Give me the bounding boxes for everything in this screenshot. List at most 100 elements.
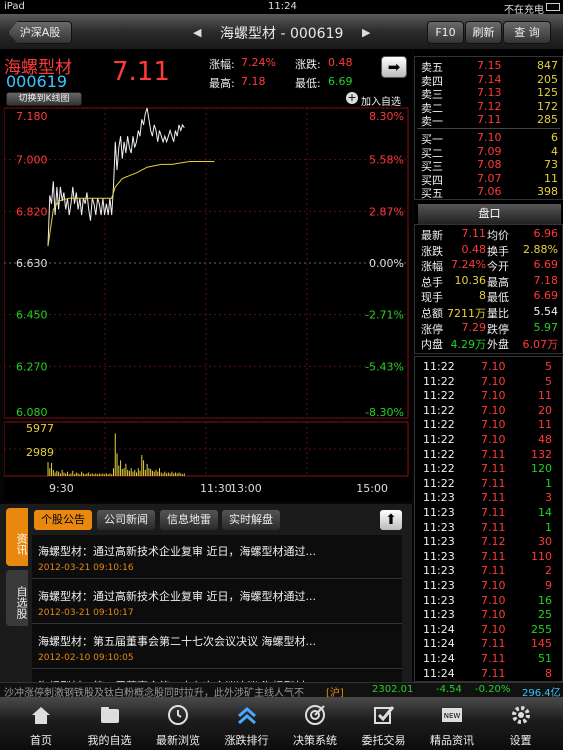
tick-price: 7.11	[481, 506, 506, 519]
stat-label: 涨幅	[421, 260, 443, 274]
tab-folder[interactable]: 我的自选	[77, 697, 143, 750]
tick-price: 7.10	[481, 389, 506, 403]
f10-button[interactable]: F10	[427, 21, 464, 44]
stat-value: 7.11	[461, 227, 487, 240]
side-tab-news[interactable]: 资讯	[6, 508, 28, 566]
tab-news[interactable]: NEW 精品资讯	[419, 697, 485, 750]
stat-row: 涨幅 7.24% 今开 6.69	[419, 258, 560, 273]
news-item[interactable]: 海螺型材：通过高新技术企业复审 近日，海螺型材通过... 2012-03-21 0…	[32, 535, 402, 579]
ticker-change: -4.54	[436, 684, 462, 695]
tab-clock[interactable]: 最新浏览	[145, 697, 211, 750]
tick-volume: 3	[545, 491, 552, 505]
tab-announcements[interactable]: 个股公告	[34, 510, 92, 530]
stat-value: 6.69	[533, 258, 559, 272]
tick-price: 7.10	[481, 579, 506, 592]
home-icon	[29, 703, 53, 727]
tick-volume: 9	[545, 579, 552, 592]
scroll-top-arrow-icon[interactable]: ⬆	[380, 510, 402, 530]
tab-label: 设置	[509, 734, 532, 747]
news-title: 海螺型材：通过高新技术企业复审 近日，海螺型材通过...	[38, 590, 316, 603]
news-date: 2012-03-21 09:10:16	[38, 563, 134, 573]
stat-row: 现手 8 最低 6.69	[419, 289, 560, 304]
tick-row: 11:22 7.10 20	[419, 404, 560, 417]
news-title: 海螺型材：通过高新技术企业复审 近日，海螺型材通过...	[38, 545, 316, 558]
tick-time: 11:23	[423, 491, 455, 505]
tab-label: 决策系统	[293, 734, 337, 747]
time-tick-label: 13:00	[230, 482, 262, 495]
prev-stock-icon[interactable]: ◀	[193, 26, 201, 39]
tick-time: 11:24	[423, 622, 455, 636]
tick-price: 7.11	[481, 462, 506, 476]
tick-row: 11:23 7.11 3	[419, 491, 560, 504]
tab-info-mines[interactable]: 信息地雷	[160, 510, 218, 530]
bid-row: 买五 7.06 398	[419, 185, 560, 200]
tick-volume: 20	[538, 403, 552, 417]
stat-value: 0.48	[461, 242, 487, 256]
ask-row: 卖三 7.13 125	[419, 86, 560, 101]
expand-arrow-icon[interactable]: ➡	[381, 56, 407, 78]
market-back-button[interactable]: 沪深A股	[8, 21, 72, 44]
high-value: 7.18	[241, 75, 266, 88]
ask-volume: 285	[537, 113, 558, 126]
tick-price: 7.10	[481, 374, 506, 388]
price-tick-label: 6.820	[16, 205, 48, 218]
tick-price: 7.11	[481, 476, 506, 490]
news-item[interactable]: 海螺型材：第五届董事会第二十七次会议决议 海螺型材... 2012-02-10 0…	[32, 625, 402, 669]
tick-row: 11:24 7.11 51	[419, 652, 560, 665]
gear-icon	[509, 703, 533, 727]
refresh-button[interactable]: 刷新	[465, 21, 502, 44]
ask-row: 卖一 7.11 285	[419, 113, 560, 128]
tick-volume: 145	[531, 637, 552, 651]
tick-price: 7.11	[481, 491, 506, 505]
tick-price: 7.11	[481, 520, 506, 534]
clock-icon	[166, 703, 190, 727]
side-tab-favorites[interactable]: 自选股	[6, 570, 28, 626]
tick-price: 7.10	[481, 608, 506, 622]
tab-gear[interactable]: 设置	[488, 697, 554, 750]
tick-time: 11:24	[423, 637, 455, 651]
tick-price: 7.11	[481, 666, 506, 680]
stat-value: 8	[479, 289, 486, 303]
tab-home[interactable]: 首页	[8, 697, 74, 750]
ask-price: 7.11	[477, 113, 502, 126]
tab-chevrons-up[interactable]: 涨跌排行	[214, 697, 280, 750]
bid-volume: 11	[544, 171, 558, 185]
stat-label: 总手	[421, 275, 443, 289]
news-item[interactable]: 海螺型材：第五届董事会第二十七次会议决议 海螺型材...	[32, 670, 402, 682]
pct-tick-label: -8.30%	[365, 406, 404, 419]
bid-label: 买五	[421, 187, 443, 200]
tick-row: 11:24 7.11 8	[419, 667, 560, 680]
navigation-bar: 沪深A股 ◀ 海螺型材 - 000619 ▶ F10 刷新 查 询	[0, 14, 563, 50]
stat-row: 总手 10.36 最高 7.18	[419, 274, 560, 289]
news-list[interactable]: 海螺型材：通过高新技术企业复审 近日，海螺型材通过... 2012-03-21 0…	[32, 535, 402, 682]
tick-volume: 14	[538, 506, 552, 519]
tab-checkbox[interactable]: 委托交易	[351, 697, 417, 750]
tab-live-analysis[interactable]: 实时解盘	[222, 510, 280, 530]
intraday-chart: 7.180 8.30% 7.000 5.58% 6.820 2.87% 6.630 0.00%…	[3, 106, 412, 501]
tick-time: 11:22	[423, 462, 455, 476]
tick-time: 11:24	[423, 652, 455, 665]
pct-tick-label: 8.30%	[369, 110, 404, 123]
stat-value: 6.07万	[522, 338, 559, 352]
tick-time: 11:22	[423, 403, 455, 417]
price-tick-label: 6.450	[16, 309, 48, 322]
tab-company-news[interactable]: 公司新闻	[97, 510, 155, 530]
checkbox-icon	[372, 703, 396, 727]
target-icon	[303, 703, 327, 727]
bid-volume: 73	[544, 158, 558, 171]
next-stock-icon[interactable]: ▶	[362, 26, 370, 39]
plus-circle-icon[interactable]: +	[346, 92, 358, 104]
tab-target[interactable]: 决策系统	[282, 697, 348, 750]
page-title: 海螺型材 - 000619	[220, 26, 344, 42]
stat-row: 内盘 4.29万 外盘 6.07万	[419, 336, 560, 351]
pct-tick-label: 5.58%	[369, 154, 404, 167]
query-button[interactable]: 查 询	[503, 21, 551, 44]
stat-label: 均价	[487, 229, 509, 242]
stat-value: 6.69	[533, 289, 559, 303]
news-item[interactable]: 海螺型材：通过高新技术企业复审 近日，海螺型材通过... 2012-03-21 0…	[32, 580, 402, 624]
tick-list[interactable]: 11:22 7.10 5 11:22 7.10 5 11:22 7.10 11 11:22 7.10…	[414, 356, 563, 682]
bid-volume: 4	[551, 144, 558, 158]
stat-label: 最新	[421, 229, 443, 242]
kline-switch-button[interactable]: 切换到K线图	[6, 92, 82, 106]
pct-tick-label: 2.87%	[369, 205, 404, 218]
